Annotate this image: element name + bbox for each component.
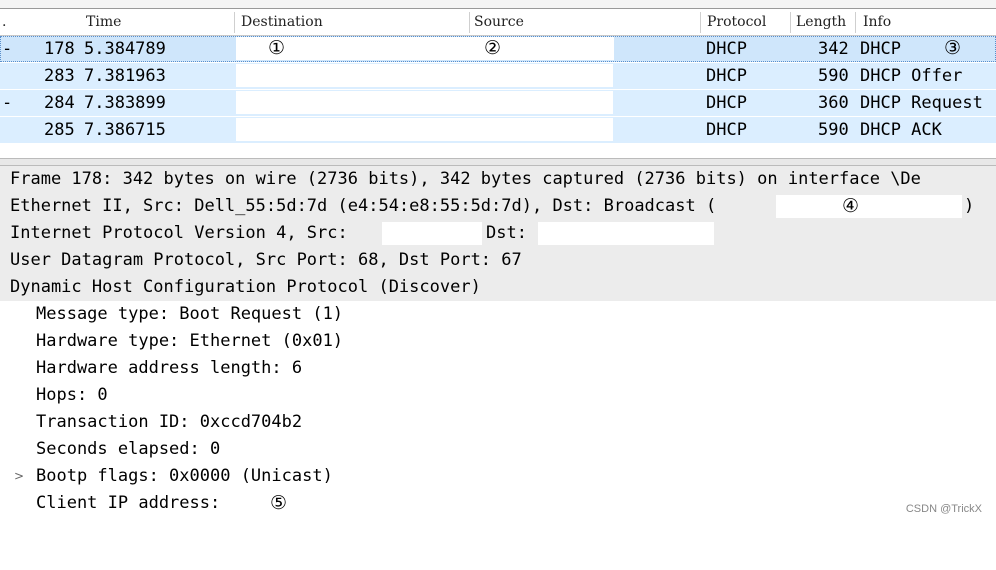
column-header-protocol[interactable]: Protocol xyxy=(707,14,766,34)
detail-message-type-text: Message type: Boot Request (1) xyxy=(36,304,344,324)
detail-frame[interactable]: Frame 178: 342 bytes on wire (2736 bits)… xyxy=(0,166,996,193)
packet-number: 283 xyxy=(44,66,75,86)
detail-ethernet-text: Ethernet II, Src: Dell_55:5d:7d (e4:54:e… xyxy=(10,196,717,216)
column-header-length[interactable]: Length xyxy=(796,14,846,34)
detail-bootp-flags-text: Bootp flags: 0x0000 (Unicast) xyxy=(36,466,333,486)
detail-ethernet[interactable]: Ethernet II, Src: Dell_55:5d:7d (e4:54:e… xyxy=(0,193,996,220)
detail-hops[interactable]: Hops: 0 xyxy=(0,382,996,409)
detail-transaction-id[interactable]: Transaction ID: 0xccd704b2 xyxy=(0,409,996,436)
packet-protocol: DHCP xyxy=(706,66,747,86)
annotation-marker-5: ⑤ xyxy=(270,492,288,514)
packet-row-285[interactable]: 285 7.386715 DHCP 590 DHCP ACK xyxy=(0,117,996,143)
detail-ip-dst-label: Dst: xyxy=(486,223,527,243)
column-separator xyxy=(790,12,791,33)
detail-ip-text: Internet Protocol Version 4, Src: xyxy=(10,223,348,243)
detail-udp[interactable]: User Datagram Protocol, Src Port: 68, Ds… xyxy=(0,247,996,274)
detail-hardware-length-text: Hardware address length: 6 xyxy=(36,358,303,378)
detail-client-ip[interactable]: Client IP address: ⑤ xyxy=(0,490,996,517)
column-separator xyxy=(469,12,470,33)
annotation-marker-1: ① xyxy=(268,37,286,59)
packet-row-284[interactable]: - 284 7.383899 DHCP 360 DHCP Request xyxy=(0,90,996,116)
detail-seconds-elapsed-text: Seconds elapsed: 0 xyxy=(36,439,221,459)
detail-ethernet-close: ) xyxy=(964,196,975,216)
packet-length: 590 xyxy=(818,120,849,140)
detail-seconds-elapsed[interactable]: Seconds elapsed: 0 xyxy=(0,436,996,463)
packet-length: 590 xyxy=(818,66,849,86)
packet-protocol: DHCP xyxy=(706,93,747,113)
packet-row-283[interactable]: 283 7.381963 DHCP 590 DHCP Offer xyxy=(0,63,996,89)
packet-info: DHCP Offer xyxy=(860,66,963,86)
column-header-source[interactable]: Source xyxy=(474,14,524,34)
column-header-destination[interactable]: Destination xyxy=(241,14,323,34)
detail-dhcp[interactable]: Dynamic Host Configuration Protocol (Dis… xyxy=(0,274,996,301)
column-marker: . xyxy=(2,14,7,30)
detail-hops-text: Hops: 0 xyxy=(36,385,108,405)
redacted-blank xyxy=(538,222,714,245)
expand-chevron-icon[interactable]: > xyxy=(14,469,24,483)
detail-hardware-length[interactable]: Hardware address length: 6 xyxy=(0,355,996,382)
column-separator xyxy=(700,12,701,33)
column-separator xyxy=(234,12,235,33)
annotation-marker-4: ④ xyxy=(842,195,860,217)
packet-time: 5.384789 xyxy=(84,39,166,59)
packet-info: DHCP Request xyxy=(860,93,983,113)
row-arrow: - xyxy=(2,93,13,113)
watermark: CSDN @TrickX xyxy=(905,503,982,515)
packet-time: 7.383899 xyxy=(84,93,166,113)
top-toolbar-strip xyxy=(0,0,996,9)
packet-number: 284 xyxy=(44,93,75,113)
packet-number: 285 xyxy=(44,120,75,140)
address-blank xyxy=(236,91,613,114)
detail-transaction-id-text: Transaction ID: 0xccd704b2 xyxy=(36,412,303,432)
packet-list: . Time Destination Source Protocol Lengt… xyxy=(0,10,996,160)
detail-hardware-type[interactable]: Hardware type: Ethernet (0x01) xyxy=(0,328,996,355)
address-blank xyxy=(236,118,613,141)
packet-info: DHCP xyxy=(860,39,901,59)
annotation-marker-2: ② xyxy=(484,37,502,59)
pane-splitter[interactable] xyxy=(0,158,996,166)
packet-row-178[interactable]: - 178 5.384789 ① ② DHCP 342 DHCP ③ xyxy=(0,36,996,62)
annotation-marker-3: ③ xyxy=(944,37,962,59)
column-separator xyxy=(855,12,856,33)
packet-time: 7.386715 xyxy=(84,120,166,140)
column-header-info[interactable]: Info xyxy=(863,14,891,34)
detail-client-ip-text: Client IP address: xyxy=(36,493,221,513)
redacted-blank xyxy=(382,222,482,245)
detail-frame-text: Frame 178: 342 bytes on wire (2736 bits)… xyxy=(10,169,921,189)
packet-length: 342 xyxy=(818,39,849,59)
column-header-time[interactable]: Time xyxy=(86,14,121,34)
redacted-blank xyxy=(776,195,962,218)
packet-time: 7.381963 xyxy=(84,66,166,86)
detail-ip[interactable]: Internet Protocol Version 4, Src: Dst: xyxy=(0,220,996,247)
packet-number: 178 xyxy=(44,39,75,59)
detail-dhcp-text: Dynamic Host Configuration Protocol (Dis… xyxy=(10,277,481,297)
packet-details-pane: Frame 178: 342 bytes on wire (2736 bits)… xyxy=(0,166,996,523)
packet-list-header: . Time Destination Source Protocol Lengt… xyxy=(0,10,996,36)
packet-protocol: DHCP xyxy=(706,39,747,59)
address-blank xyxy=(236,64,613,87)
packet-length: 360 xyxy=(818,93,849,113)
row-arrow: - xyxy=(2,39,13,59)
packet-info: DHCP ACK xyxy=(860,120,942,140)
detail-bootp-flags[interactable]: > Bootp flags: 0x0000 (Unicast) xyxy=(0,463,996,490)
detail-hardware-type-text: Hardware type: Ethernet (0x01) xyxy=(36,331,344,351)
packet-protocol: DHCP xyxy=(706,120,747,140)
detail-udp-text: User Datagram Protocol, Src Port: 68, Ds… xyxy=(10,250,522,270)
detail-message-type[interactable]: Message type: Boot Request (1) xyxy=(0,301,996,328)
